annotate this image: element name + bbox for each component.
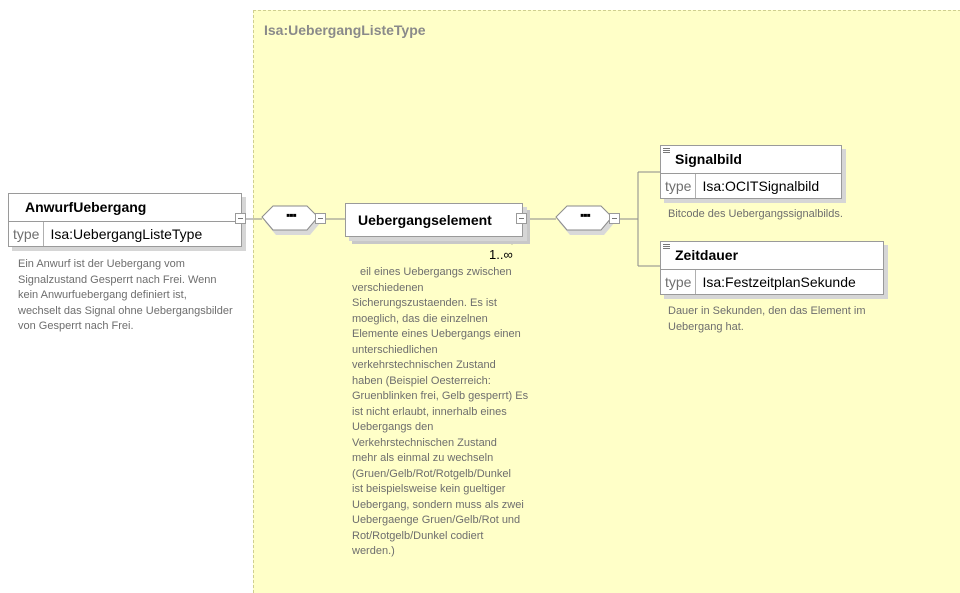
signalbild-element-box[interactable]: Signalbild type Isa:OCITSignalbild	[660, 145, 842, 199]
zeitdauer-type-value: Isa:FestzeitplanSekunde	[702, 274, 856, 290]
root-collapse-button[interactable]	[235, 213, 246, 224]
root-element-name: AnwurfUebergang	[25, 199, 147, 215]
zeitdauer-element-name: Zeitdauer	[675, 247, 739, 263]
uebergangselement-name: Uebergangselement	[358, 212, 492, 228]
zeitdauer-attribute-icon	[663, 244, 670, 249]
root-documentation: Ein Anwurf ist der Uebergang vom Signalz…	[18, 258, 233, 332]
signalbild-attribute-icon	[663, 148, 670, 153]
root-type-link[interactable]: Isa:UebergangListeType	[44, 226, 208, 242]
root-type-label: type	[9, 222, 45, 246]
uebergangselement-box[interactable]: Uebergangselement	[345, 203, 523, 237]
uebergangselement-collapse-button[interactable]	[516, 213, 527, 224]
uebergangselement-documentation: eil eines Uebergangs zwischen verschiede…	[352, 266, 529, 557]
signalbild-type-label: type	[661, 174, 697, 198]
signalbild-type-value: Isa:OCITSignalbild	[702, 178, 820, 194]
sequence-dots-2: ▪▪▪	[580, 208, 591, 222]
sequence-2-collapse-button[interactable]	[609, 213, 620, 224]
zeitdauer-element-box[interactable]: Zeitdauer type Isa:FestzeitplanSekunde	[660, 241, 884, 295]
zeitdauer-type-label: type	[661, 270, 697, 294]
signalbild-documentation: Bitcode des Uebergangssignalbilds.	[668, 208, 843, 220]
zeitdauer-documentation: Dauer in Sekunden, den das Element im Ue…	[668, 305, 866, 333]
sequence-1-collapse-button[interactable]	[315, 213, 326, 224]
root-element-box[interactable]: AnwurfUebergang type Isa:UebergangListeT…	[8, 193, 242, 247]
uebergangselement-multiplicity: 1..∞	[489, 247, 513, 262]
signalbild-element-name: Signalbild	[675, 151, 742, 167]
sequence-dots-1: ▪▪▪	[286, 208, 297, 222]
